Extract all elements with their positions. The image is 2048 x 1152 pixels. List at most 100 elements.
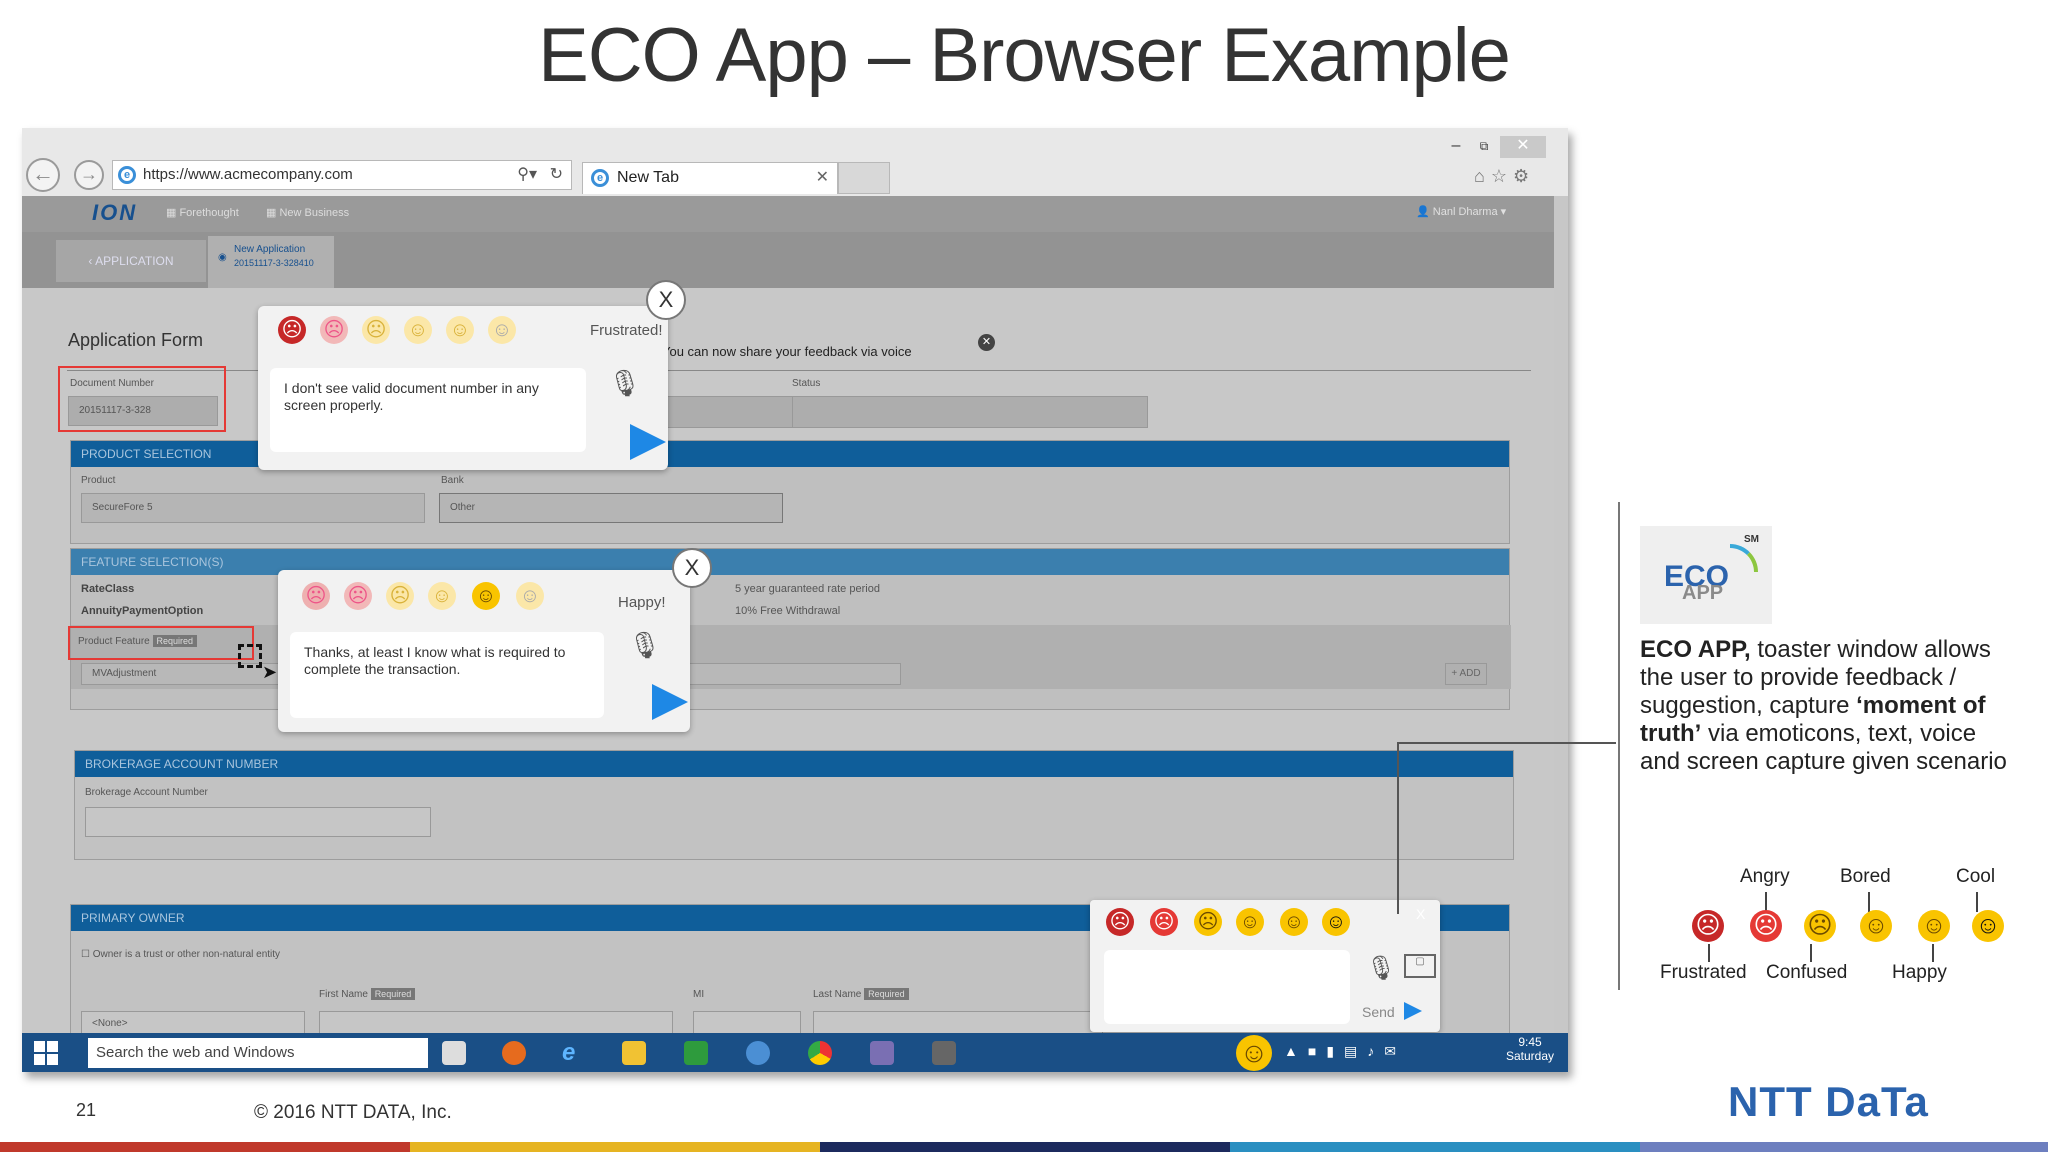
address-bar[interactable]: e https://www.acmecompany.com ⚲▾ ↻ bbox=[112, 160, 572, 190]
popup-close-button[interactable]: X bbox=[646, 280, 686, 320]
tab-label: New Tab bbox=[617, 169, 679, 186]
eco-logo-sub: APP bbox=[1682, 582, 1724, 604]
happy-emoji-icon[interactable]: ☺ bbox=[446, 316, 474, 344]
send-arrow-icon[interactable] bbox=[652, 684, 688, 720]
bored-emoji-icon: ☺ bbox=[1860, 910, 1892, 942]
url-text: https://www.acmecompany.com bbox=[143, 166, 353, 183]
microphone-icon[interactable]: 🎙 bbox=[608, 368, 641, 399]
ie-icon: e bbox=[591, 169, 609, 187]
cool-emoji-icon[interactable]: ☺ bbox=[488, 316, 516, 344]
windows-start-icon[interactable] bbox=[34, 1041, 58, 1065]
bored-emoji-icon[interactable]: ☺ bbox=[1236, 908, 1264, 936]
screen-capture-icon[interactable] bbox=[238, 644, 262, 668]
mi-label: MI bbox=[693, 989, 705, 1000]
edge-icon[interactable]: e bbox=[562, 1041, 586, 1065]
app-icon[interactable] bbox=[932, 1041, 956, 1065]
firefox-icon[interactable] bbox=[502, 1041, 526, 1065]
microphone-icon[interactable]: 🎙 bbox=[628, 630, 661, 661]
toaster-close-icon[interactable]: X bbox=[1416, 906, 1425, 922]
file-explorer-icon[interactable] bbox=[622, 1041, 646, 1065]
confused-emoji-icon[interactable]: ☹ bbox=[1194, 908, 1222, 936]
page-number: 21 bbox=[76, 1100, 97, 1120]
legend-tick bbox=[1932, 944, 1934, 962]
status-field[interactable] bbox=[792, 396, 1148, 428]
user-menu[interactable]: 👤 Nanl Dharma ▾ bbox=[1416, 205, 1506, 218]
refresh-icon[interactable]: ↻ bbox=[550, 161, 563, 189]
product-select[interactable]: SecureFore 5 bbox=[81, 493, 425, 523]
popup-close-button[interactable]: X bbox=[672, 548, 712, 588]
app-icon[interactable] bbox=[870, 1041, 894, 1065]
confused-emoji-icon[interactable]: ☹ bbox=[386, 582, 414, 610]
feedback-popup-happy: ☹ ☹ ☹ ☺ ☺ ☺ Happy! Thanks, at least I kn… bbox=[278, 570, 690, 732]
connector-line bbox=[1398, 742, 1616, 744]
happy-emoji-icon[interactable]: ☺ bbox=[1280, 908, 1308, 936]
new-application-label: New Application bbox=[234, 244, 306, 255]
ie-icon: e bbox=[118, 166, 136, 184]
copyright: © 2016 NTT DATA, Inc. bbox=[254, 1102, 452, 1123]
back-button[interactable]: ← bbox=[26, 158, 60, 192]
angry-emoji-icon[interactable]: ☹ bbox=[1150, 908, 1178, 936]
search-icon[interactable]: ⚲▾ bbox=[517, 161, 537, 189]
feedback-popup-frustrated: ☹ ☹ ☹ ☺ ☺ ☺ Frustrated! I don't see vali… bbox=[258, 306, 668, 470]
send-arrow-icon[interactable] bbox=[630, 424, 666, 460]
cool-emoji-icon[interactable]: ☺ bbox=[1322, 908, 1350, 936]
owner-checkbox[interactable]: ☐ Owner is a trust or other non-natural … bbox=[81, 949, 280, 960]
new-application-tab[interactable]: ◉ New Application 20151117-3-328410 bbox=[208, 236, 334, 288]
confused-emoji-icon: ☹ bbox=[1804, 910, 1836, 942]
nav-forethought[interactable]: ▦ Forethought bbox=[166, 206, 239, 219]
send-label[interactable]: Send bbox=[1362, 1004, 1395, 1020]
send-arrow-icon[interactable] bbox=[1404, 1002, 1422, 1020]
legend-tick bbox=[1708, 944, 1710, 962]
happy-emoji-icon[interactable]: ☺ bbox=[472, 582, 500, 610]
frustrated-emoji-icon[interactable]: ☹ bbox=[278, 316, 306, 344]
angry-emoji-icon[interactable]: ☹ bbox=[320, 316, 348, 344]
bored-emoji-icon[interactable]: ☺ bbox=[404, 316, 432, 344]
blank-field[interactable] bbox=[662, 396, 808, 428]
bank-select[interactable]: Other bbox=[439, 493, 783, 523]
bored-emoji-icon[interactable]: ☺ bbox=[428, 582, 456, 610]
system-tray-icons[interactable]: ▲■▮▤♪✉ bbox=[1284, 1043, 1406, 1060]
close-window-icon[interactable]: ✕ bbox=[1500, 136, 1546, 158]
feedback-textarea[interactable]: Thanks, at least I know what is required… bbox=[290, 632, 604, 718]
task-view-icon[interactable] bbox=[442, 1041, 466, 1065]
cool-emoji-icon: ☺ bbox=[1972, 910, 2004, 942]
forward-button[interactable]: → bbox=[74, 160, 104, 190]
frustrated-emoji-icon[interactable]: ☹ bbox=[302, 582, 330, 610]
clock-day: Saturday bbox=[1505, 1049, 1555, 1063]
taskbar-search-input[interactable]: Search the web and Windows bbox=[88, 1038, 428, 1068]
home-star-gear-icons[interactable]: ⌂☆⚙ bbox=[1474, 166, 1535, 187]
screen-capture-icon[interactable]: ▢ bbox=[1404, 954, 1436, 978]
feedback-textarea[interactable] bbox=[1104, 950, 1350, 1024]
store-icon[interactable] bbox=[684, 1041, 708, 1065]
microphone-icon[interactable]: 🎙 bbox=[1366, 954, 1396, 983]
restore-icon[interactable]: ⧉ bbox=[1472, 136, 1496, 158]
doc-number-label: Document Number bbox=[70, 378, 154, 389]
close-tab-icon[interactable]: ✕ bbox=[816, 163, 829, 193]
footer-stripe bbox=[410, 1142, 820, 1152]
frustrated-emoji-icon[interactable]: ☹ bbox=[1106, 908, 1134, 936]
footer-stripe bbox=[1640, 1142, 2048, 1152]
angry-emoji-icon[interactable]: ☹ bbox=[344, 582, 372, 610]
cool-emoji-icon[interactable]: ☺ bbox=[516, 582, 544, 610]
bank-label: Bank bbox=[441, 475, 464, 486]
feedback-textarea[interactable]: I don't see valid document number in any… bbox=[270, 368, 586, 452]
brokerage-input[interactable] bbox=[85, 807, 431, 837]
nav-new-business[interactable]: ▦ New Business bbox=[266, 206, 349, 219]
mood-label: Frustrated! bbox=[590, 322, 663, 339]
legend-tick bbox=[1868, 892, 1870, 912]
voice-tip-close-icon[interactable]: ✕ bbox=[978, 334, 995, 351]
minimize-icon[interactable]: – bbox=[1444, 136, 1468, 158]
browser-tab[interactable]: e New Tab ✕ bbox=[582, 162, 838, 194]
eco-app-tray-icon[interactable]: ☺ bbox=[1236, 1035, 1272, 1071]
clock[interactable]: 9:45 Saturday bbox=[1500, 1035, 1560, 1063]
legend-label-confused: Confused bbox=[1766, 962, 1848, 983]
browser-window: ← → e https://www.acmecompany.com ⚲▾ ↻ e… bbox=[22, 128, 1568, 1072]
doc-number-field[interactable]: 20151117-3-328 bbox=[68, 396, 218, 426]
application-tab[interactable]: ‹ APPLICATION bbox=[56, 240, 206, 282]
new-tab-button[interactable] bbox=[838, 162, 890, 194]
chrome-icon[interactable] bbox=[808, 1041, 832, 1065]
add-button[interactable]: + ADD bbox=[1445, 663, 1487, 685]
network-icon[interactable] bbox=[746, 1041, 770, 1065]
brokerage-section: BROKERAGE ACCOUNT NUMBER Brokerage Accou… bbox=[74, 750, 1514, 860]
confused-emoji-icon[interactable]: ☹ bbox=[362, 316, 390, 344]
